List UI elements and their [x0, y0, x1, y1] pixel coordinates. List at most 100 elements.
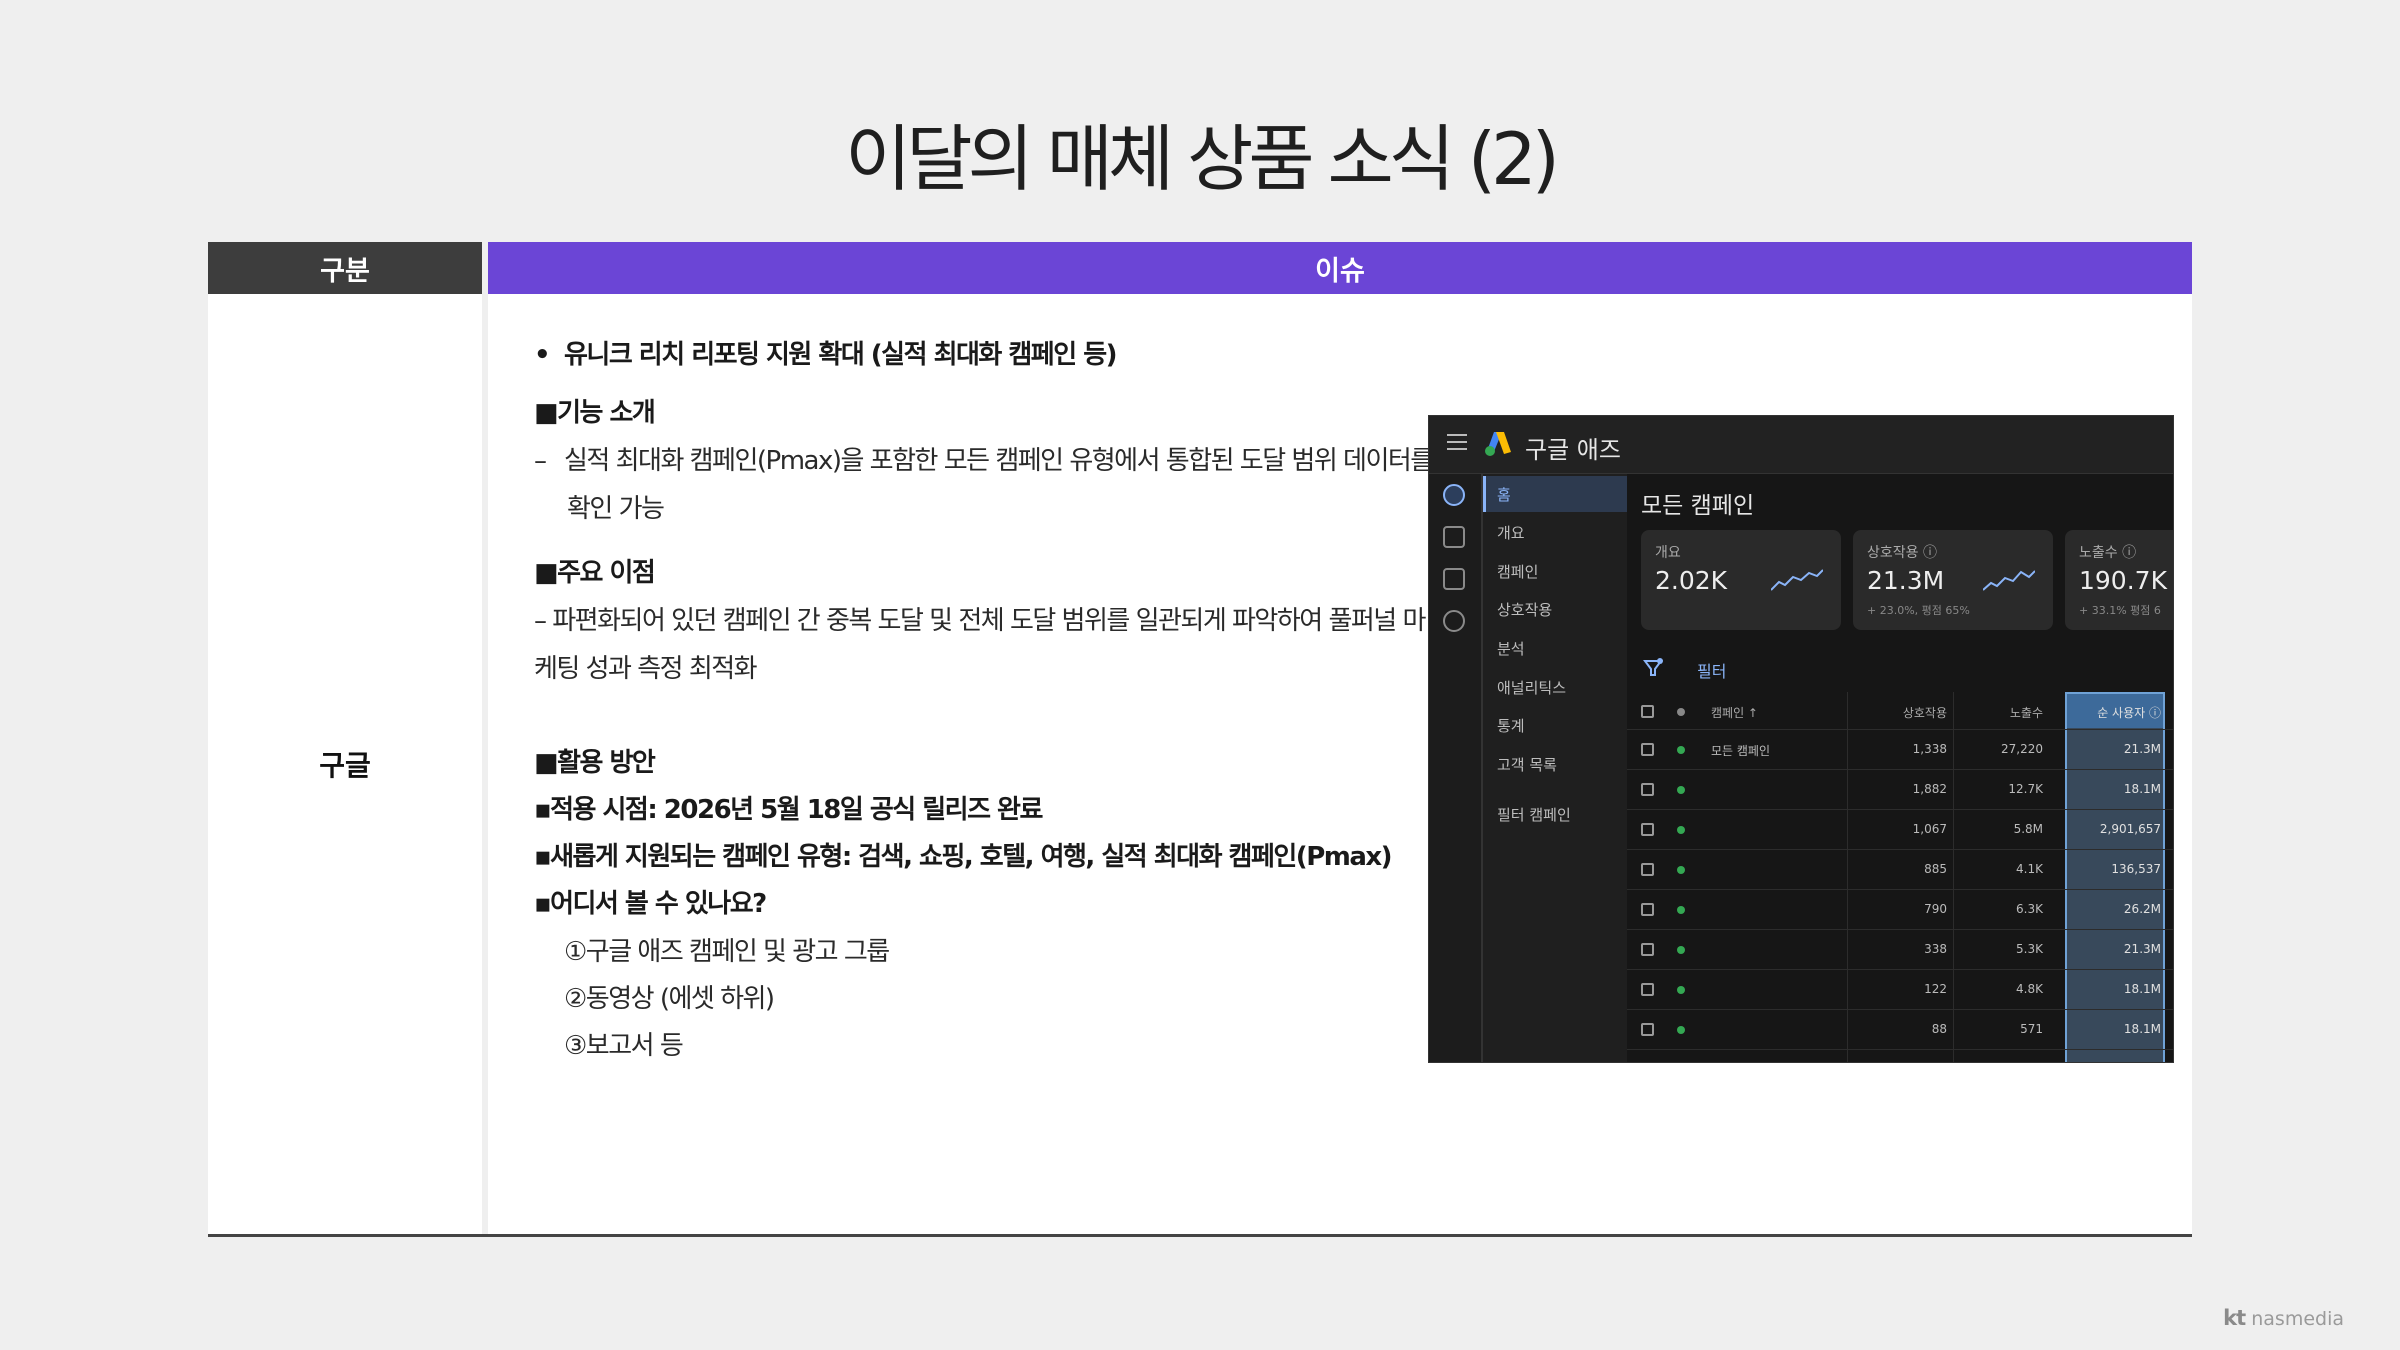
status-dot	[1677, 866, 1685, 874]
row-checkbox[interactable]	[1641, 1023, 1654, 1036]
col-unique-users[interactable]: 순 사용자 ⓘ	[2067, 704, 2161, 721]
cell-interactions: 338	[1924, 942, 1947, 956]
headline-bullet: •	[534, 340, 551, 370]
table-row[interactable]: 790 6.3K 26.2M	[1627, 890, 2173, 930]
cell-unique-users: 2,901,657	[2099, 822, 2161, 836]
row-checkbox[interactable]	[1641, 903, 1654, 916]
nav-item-audience[interactable]: 고객 목록	[1497, 754, 1557, 775]
metric-card-interactions[interactable]: 상호작용 ⓘ 21.3M + 23.0%, 평점 65%	[1853, 530, 2053, 630]
section-benefit-title: ■주요 이점	[534, 558, 656, 588]
filter-icon[interactable]	[1643, 658, 1663, 678]
card-subtext: + 23.0%, 평점 65%	[1867, 604, 1970, 617]
feature-text-1: 실적 최대화 캠페인(Pmax)을 포함한 모든 캠페인 유형에서 통합된 도달…	[564, 446, 1434, 476]
cell-impressions: 27,220	[2001, 742, 2043, 756]
section-feature-line2: 확인 가능	[567, 494, 665, 524]
ads-page-title: 모든 캠페인	[1641, 493, 1755, 519]
col-campaign[interactable]: 캠페인 ↑	[1711, 704, 1758, 721]
ads-main: 모든 캠페인 개요 2.02K 상호작용 ⓘ 21.3M + 23.0%, 평점…	[1627, 474, 2173, 1062]
cell-impressions: 4.8K	[2016, 982, 2043, 996]
col-interactions[interactable]: 상호작용	[1847, 704, 1947, 721]
header-issue: 이슈	[488, 242, 2192, 294]
filter-row: 필터	[1627, 646, 2173, 692]
section-usage-title: ■활용 방안	[534, 748, 656, 778]
headline-text: 유니크 리치 리포팅 지원 확대 (실적 최대화 캠페인 등)	[564, 340, 1118, 370]
cell-impressions: 4.1K	[2016, 862, 2043, 876]
usage-item-date: ▪적용 시점: 2026년 5월 18일 공식 릴리즈 완료	[534, 795, 1043, 825]
card-value: 190.7K	[2079, 566, 2167, 595]
row-checkbox[interactable]	[1641, 783, 1654, 796]
ads-app-title: 구글 애즈	[1525, 436, 1621, 464]
usage-sub-2: ②동영상 (에셋 하위)	[564, 984, 775, 1014]
cell-interactions: 1,882	[1912, 782, 1947, 796]
select-all-checkbox[interactable]	[1641, 705, 1654, 718]
nav-item-filter-campaigns[interactable]: 필터 캠페인	[1497, 804, 1571, 825]
cell-campaign[interactable]: 모든 캠페인	[1711, 742, 1770, 759]
table-row[interactable]: 338 5.3K 21.3M	[1627, 930, 2173, 970]
kt-logo-mark: kt	[2223, 1306, 2246, 1330]
status-dot	[1677, 986, 1685, 994]
home-icon[interactable]	[1443, 484, 1465, 506]
table-row[interactable]: 885 4.1K 136,537	[1627, 850, 2173, 890]
feature-dash: –	[534, 446, 547, 476]
nasmedia-logo: kt nasmedia	[2223, 1306, 2344, 1330]
table-row[interactable]: 88 571 18.1M	[1627, 1010, 2173, 1050]
campaign-table: 캠페인 ↑ 상호작용 노출수 순 사용자 ⓘ 모든 캠페인 1,338 27,220…	[1627, 692, 2173, 1050]
usage-item-types: ▪새롭게 지원되는 캠페인 유형: 검색, 쇼핑, 호텔, 여행, 실적 최대화…	[534, 842, 1393, 872]
card-label: 노출수 ⓘ	[2079, 545, 2137, 561]
settings-icon[interactable]	[1443, 610, 1465, 632]
row-checkbox[interactable]	[1641, 863, 1654, 876]
campaign-table-header: 캠페인 ↑ 상호작용 노출수 순 사용자 ⓘ	[1627, 692, 2173, 730]
nav-item-analytics[interactable]: 애널리틱스	[1497, 677, 1566, 698]
cell-unique-users: 18.1M	[2123, 982, 2161, 996]
col-impressions[interactable]: 노출수	[1953, 704, 2043, 721]
nav-item-analysis[interactable]: 분석	[1497, 638, 1525, 659]
table-row[interactable]: 모든 캠페인 1,338 27,220 21.3M	[1627, 730, 2173, 770]
filter-label[interactable]: 필터	[1697, 658, 1726, 682]
nav-item-campaigns[interactable]: 캠페인	[1497, 561, 1538, 582]
card-label: 상호작용 ⓘ	[1867, 545, 1937, 561]
metric-card-impressions[interactable]: 노출수 ⓘ 190.7K + 33.1% 평점 6	[2065, 530, 2173, 630]
nav-item-interactions[interactable]: 상호작용	[1497, 599, 1552, 620]
cell-unique-users: 18.1M	[2123, 1022, 2161, 1036]
row-checkbox[interactable]	[1641, 983, 1654, 996]
row-checkbox[interactable]	[1641, 743, 1654, 756]
cell-interactions: 790	[1924, 902, 1947, 916]
section-benefit-line2: 케팅 성과 측정 최적화	[534, 654, 758, 684]
cell-interactions: 885	[1924, 862, 1947, 876]
ads-topbar: 구글 애즈	[1429, 416, 2173, 474]
report-icon[interactable]	[1443, 568, 1465, 590]
status-dot	[1677, 946, 1685, 954]
status-dot	[1677, 786, 1685, 794]
nav-item-overview[interactable]: 개요	[1497, 522, 1525, 543]
ads-sidenav: 홈 개요 캠페인 상호작용 분석 애널리틱스 통계 고객 목록 필터 캠페인	[1481, 474, 1627, 1062]
card-value: 21.3M	[1867, 566, 1945, 595]
menu-icon[interactable]	[1447, 434, 1467, 455]
headline: • 유니크 리치 리포팅 지원 확대 (실적 최대화 캠페인 등)	[534, 334, 1118, 371]
card-label: 개요	[1655, 545, 1681, 561]
table-row[interactable]: 1,882 12.7K 18.1M	[1627, 770, 2173, 810]
cell-impressions: 5.3K	[2016, 942, 2043, 956]
cell-unique-users: 21.3M	[2123, 742, 2161, 756]
section-feature-title: ■기능 소개	[534, 398, 656, 428]
table-row[interactable]: 1,067 5.8M 2,901,657	[1627, 810, 2173, 850]
nav-item-home[interactable]: 홈	[1497, 484, 1511, 505]
card-value: 2.02K	[1655, 566, 1728, 595]
status-dot	[1677, 1026, 1685, 1034]
campaign-icon[interactable]	[1443, 526, 1465, 548]
category-cell: 구글	[208, 294, 482, 1234]
row-checkbox[interactable]	[1641, 823, 1654, 836]
cell-interactions: 122	[1924, 982, 1947, 996]
brand-name: nasmedia	[2251, 1308, 2344, 1330]
slide-title: 이달의 매체 상품 소식 (2)	[845, 117, 1560, 201]
cell-unique-users: 136,537	[2111, 862, 2161, 876]
sparkline-icon	[1983, 570, 2035, 591]
status-dot	[1677, 826, 1685, 834]
table-row[interactable]: 122 4.8K 18.1M	[1627, 970, 2173, 1010]
ads-icon-rail	[1429, 474, 1481, 1062]
status-dot	[1677, 746, 1685, 754]
card-subtext: + 33.1% 평점 6	[2079, 604, 2161, 617]
nav-item-stats[interactable]: 통계	[1497, 715, 1525, 736]
cell-interactions: 88	[1931, 1022, 1947, 1036]
row-checkbox[interactable]	[1641, 943, 1654, 956]
metric-card-overview[interactable]: 개요 2.02K	[1641, 530, 1841, 630]
